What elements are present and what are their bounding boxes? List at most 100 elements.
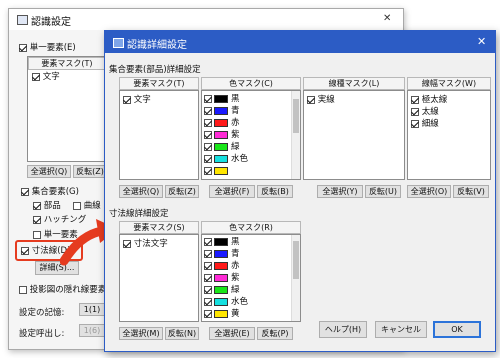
check-icon xyxy=(204,118,212,127)
scroll-thumb[interactable] xyxy=(293,99,299,133)
check-icon xyxy=(411,95,419,104)
color-swatch xyxy=(214,261,228,270)
dimension-color-mask-header: 色マスク(R) xyxy=(201,221,301,234)
cancel-button[interactable]: キャンセル xyxy=(375,321,427,338)
back-invert-button[interactable]: 反転(Z) xyxy=(73,165,107,178)
list-item[interactable]: 実線 xyxy=(307,94,335,106)
dimension-color-invert-button[interactable]: 反転(P) xyxy=(257,327,293,340)
list-item[interactable]: 水色 xyxy=(204,153,248,165)
check-icon xyxy=(204,166,212,175)
check-icon xyxy=(307,95,315,104)
color-swatch xyxy=(214,154,228,163)
settings-recall-label: 設定呼出し: xyxy=(19,329,65,339)
list-item[interactable]: 黒 xyxy=(204,93,240,105)
list-item[interactable] xyxy=(204,165,231,177)
dimension-color-scrollbar[interactable] xyxy=(291,235,300,321)
color-swatch xyxy=(214,106,228,115)
projection-checkbox[interactable]: 投影図の隠れ線要素 xyxy=(19,283,106,295)
group-element-invert-button[interactable]: 反転(Z) xyxy=(165,185,199,198)
line-type-mask-header: 線種マスク(L) xyxy=(303,77,405,90)
part-checkbox[interactable]: 部品 xyxy=(33,199,61,211)
list-item[interactable]: 青 xyxy=(204,105,240,117)
list-item[interactable]: 文字 xyxy=(32,71,60,83)
group-color-mask-list[interactable]: 黒 青 赤 紫 緑 水色 xyxy=(201,90,301,180)
list-item[interactable]: 太線 xyxy=(411,106,439,118)
list-item[interactable]: 黒 xyxy=(204,236,240,248)
list-item[interactable]: 緑 xyxy=(204,284,240,296)
color-swatch xyxy=(214,297,228,306)
check-icon xyxy=(204,249,212,258)
color-swatch xyxy=(214,166,228,175)
memory-slot-button[interactable]: 1(1) xyxy=(79,303,105,316)
group-element-checkbox[interactable]: 集合要素(G) xyxy=(21,185,79,197)
dimension-color-select-all-button[interactable]: 全選択(E) xyxy=(209,327,255,340)
list-item[interactable]: 細線 xyxy=(411,118,439,130)
check-icon xyxy=(123,239,131,248)
line-type-mask-list[interactable]: 実線 xyxy=(303,90,405,180)
color-swatch xyxy=(214,273,228,282)
check-icon xyxy=(123,95,131,104)
check-icon xyxy=(204,273,212,282)
list-item[interactable]: 極太線 xyxy=(411,94,447,106)
back-select-all-button[interactable]: 全選択(Q) xyxy=(27,165,71,178)
color-swatch xyxy=(214,285,228,294)
single-element-checkbox[interactable]: 単一要素(E) xyxy=(19,41,76,53)
check-icon xyxy=(19,43,27,52)
color-swatch xyxy=(214,118,228,127)
line-width-select-all-button[interactable]: 全選択(O) xyxy=(407,185,451,198)
line-type-select-all-button[interactable]: 全選択(Y) xyxy=(317,185,363,198)
color-swatch xyxy=(214,309,228,318)
check-icon xyxy=(21,246,29,255)
app-icon xyxy=(113,38,124,48)
group-color-select-all-button[interactable]: 全選択(F) xyxy=(209,185,255,198)
dimension-color-mask-list[interactable]: 黒 青 赤 紫 緑 水色 黄 xyxy=(201,234,301,322)
back-close-icon[interactable]: ✕ xyxy=(383,13,391,24)
recall-slot-button[interactable]: 1(6) xyxy=(79,324,105,337)
group-element-select-all-button[interactable]: 全選択(Q) xyxy=(119,185,163,198)
check-icon xyxy=(21,187,29,196)
group-section-title: 集合要素(部品)詳細設定 xyxy=(109,65,201,75)
list-item[interactable]: 文字 xyxy=(123,94,151,106)
help-button[interactable]: ヘルプ(H) xyxy=(319,321,367,338)
list-item[interactable]: 緑 xyxy=(204,141,240,153)
line-width-mask-list[interactable]: 極太線 太線 細線 xyxy=(407,90,491,180)
check-icon xyxy=(32,72,40,81)
detail-dialog-title: 認識詳細設定 xyxy=(127,40,187,51)
list-item[interactable]: 水色 xyxy=(204,296,248,308)
close-icon[interactable]: ✕ xyxy=(477,35,486,48)
group-color-invert-button[interactable]: 反転(B) xyxy=(257,185,293,198)
back-dialog-titlebar: 認識設定 ✕ xyxy=(9,9,403,30)
dimension-element-select-all-button[interactable]: 全選択(M) xyxy=(119,327,163,340)
check-icon xyxy=(33,215,41,224)
color-list-scrollbar[interactable] xyxy=(291,91,300,179)
list-item[interactable]: 青 xyxy=(204,248,240,260)
dimension-element-invert-button[interactable]: 反転(N) xyxy=(165,327,199,340)
color-swatch xyxy=(214,130,228,139)
color-swatch xyxy=(214,142,228,151)
check-icon xyxy=(204,285,212,294)
detail-dialog-titlebar: 認識詳細設定 ✕ xyxy=(105,31,495,53)
scroll-thumb[interactable] xyxy=(293,241,299,279)
list-item[interactable]: 赤 xyxy=(204,260,240,272)
check-icon xyxy=(33,201,41,210)
curve-checkbox[interactable]: 曲線 xyxy=(73,199,101,211)
check-icon xyxy=(204,309,212,318)
dimension-element-mask-list[interactable]: 寸法文字 xyxy=(119,234,199,322)
line-width-invert-button[interactable]: 反転(V) xyxy=(453,185,489,198)
back-element-mask-header: 要素マスク(T) xyxy=(28,57,106,70)
group-element-mask-header: 要素マスク(T) xyxy=(119,77,199,90)
dimension-element-mask-header: 要素マスク(S) xyxy=(119,221,199,234)
back-element-mask-list[interactable]: 要素マスク(T) 文字 xyxy=(27,56,107,162)
list-item[interactable]: 紫 xyxy=(204,129,240,141)
group-element-mask-list[interactable]: 文字 xyxy=(119,90,199,180)
list-item[interactable]: 紫 xyxy=(204,272,240,284)
line-width-mask-header: 線幅マスク(W) xyxy=(407,77,491,90)
check-icon xyxy=(19,285,27,294)
ok-button[interactable]: OK xyxy=(433,321,481,338)
list-item[interactable]: 黄 xyxy=(204,308,240,320)
list-item[interactable]: 寸法文字 xyxy=(123,238,168,250)
app-icon xyxy=(17,15,28,25)
check-icon xyxy=(204,130,212,139)
line-type-invert-button[interactable]: 反転(U) xyxy=(365,185,401,198)
list-item[interactable]: 赤 xyxy=(204,117,240,129)
